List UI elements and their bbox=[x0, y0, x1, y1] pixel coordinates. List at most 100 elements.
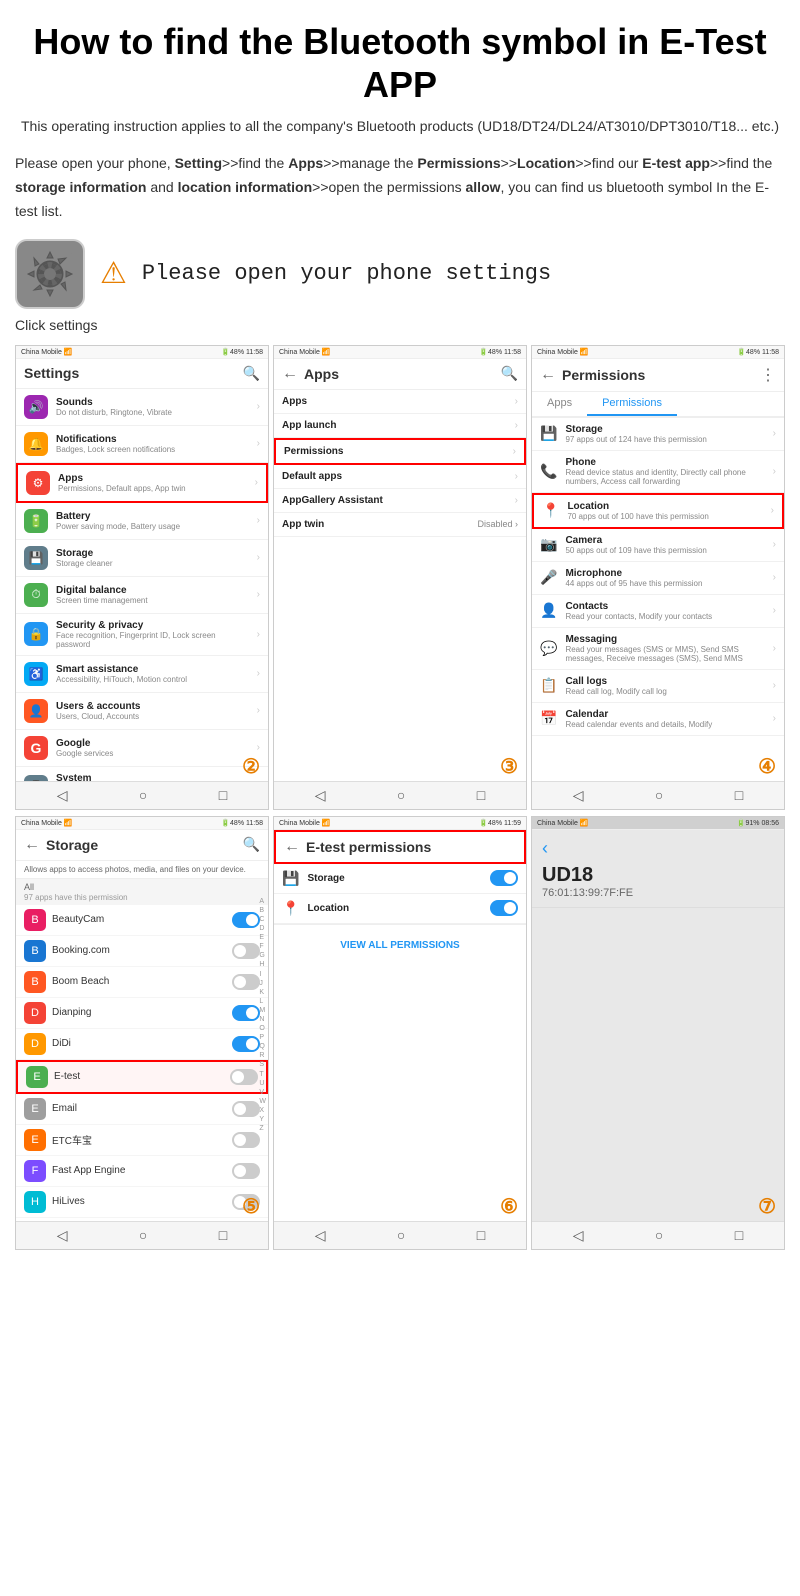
dianping-name: Dianping bbox=[52, 1007, 226, 1018]
etest-storage-toggle[interactable] bbox=[490, 870, 518, 886]
app-row-hilives[interactable]: H HiLives bbox=[16, 1187, 268, 1218]
etest-location-toggle[interactable] bbox=[490, 900, 518, 916]
perm-calllogs-text: Call logs Read call log, Modify call log bbox=[565, 676, 764, 696]
phone-screen-4: China Mobile 📶 🔋48% 11:58 ← Storage 🔍 Al… bbox=[15, 816, 269, 1250]
nav-bar-2: ◁ ○ □ bbox=[274, 781, 526, 809]
settings-digital-balance[interactable]: ⏱ Digital balance Screen time management… bbox=[16, 577, 268, 614]
settings-apps[interactable]: ⚙ Apps Permissions, Default apps, App tw… bbox=[16, 463, 268, 503]
email-toggle[interactable] bbox=[232, 1101, 260, 1117]
view-all-permissions-button[interactable]: VIEW ALL PERMISSIONS bbox=[340, 940, 459, 951]
perm-calendar-text: Calendar Read calendar events and detail… bbox=[565, 709, 764, 729]
nav-recent[interactable]: □ bbox=[735, 787, 743, 803]
apps-permissions-text: Permissions bbox=[284, 446, 505, 457]
app-row-etest[interactable]: E E-test bbox=[16, 1060, 268, 1094]
app-row-etc[interactable]: E ETC车宝 bbox=[16, 1125, 268, 1156]
apps-gallery[interactable]: AppGallery Assistant › bbox=[274, 489, 526, 513]
tab-permissions[interactable]: Permissions bbox=[587, 392, 677, 416]
nav-home[interactable]: ○ bbox=[655, 787, 663, 803]
app-row-email[interactable]: E Email bbox=[16, 1094, 268, 1125]
back-arrow-4[interactable]: ← bbox=[24, 836, 40, 854]
perm-calllogs-icon: 📋 bbox=[540, 677, 557, 694]
nav-back[interactable]: ◁ bbox=[315, 1227, 326, 1244]
perm-location[interactable]: 📍 Location 70 apps out of 100 have this … bbox=[532, 493, 784, 529]
smart-assist-icon: ♿ bbox=[24, 662, 48, 686]
nav-recent[interactable]: □ bbox=[477, 1227, 485, 1243]
perm-camera[interactable]: 📷 Camera 50 apps out of 109 have this pe… bbox=[532, 529, 784, 562]
perm-phone[interactable]: 📞 Phone Read device status and identity,… bbox=[532, 451, 784, 493]
apps-apps[interactable]: Apps › bbox=[274, 390, 526, 414]
nav-back[interactable]: ◁ bbox=[573, 787, 584, 804]
apps-gallery-text: AppGallery Assistant bbox=[282, 495, 507, 506]
nav-recent[interactable]: □ bbox=[219, 787, 227, 803]
back-arrow-3[interactable]: ← bbox=[540, 366, 556, 384]
settings-sounds[interactable]: 🔊 Sounds Do not disturb, Ringtone, Vibra… bbox=[16, 389, 268, 426]
nav-back[interactable]: ◁ bbox=[573, 1227, 584, 1244]
back-arrow-2[interactable]: ← bbox=[282, 365, 298, 383]
nav-home[interactable]: ○ bbox=[655, 1227, 663, 1243]
tab-apps[interactable]: Apps bbox=[532, 392, 587, 416]
settings-notifications[interactable]: 🔔 Notifications Badges, Lock screen noti… bbox=[16, 426, 268, 463]
more-icon-3[interactable]: ⋮ bbox=[760, 365, 776, 385]
storage-text: Storage Storage cleaner bbox=[56, 548, 249, 568]
app-row-dianping[interactable]: D Dianping bbox=[16, 998, 268, 1029]
nav-home[interactable]: ○ bbox=[139, 787, 147, 803]
apps-app-launch[interactable]: App launch › bbox=[274, 414, 526, 438]
chevron-icon: › bbox=[255, 477, 258, 488]
didi-toggle[interactable] bbox=[232, 1036, 260, 1052]
etc-name: ETC车宝 bbox=[52, 1132, 226, 1147]
nav-back[interactable]: ◁ bbox=[57, 787, 68, 804]
perm-location-text: Location 70 apps out of 100 have this pe… bbox=[567, 501, 762, 521]
settings-security[interactable]: 🔒 Security & privacy Face recognition, F… bbox=[16, 614, 268, 656]
etest-icon: E bbox=[26, 1066, 48, 1088]
nav-home[interactable]: ○ bbox=[139, 1227, 147, 1243]
nav-recent[interactable]: □ bbox=[477, 787, 485, 803]
nav-back[interactable]: ◁ bbox=[315, 787, 326, 804]
app-row-beautycam[interactable]: B BeautyCam bbox=[16, 905, 268, 936]
settings-storage[interactable]: 💾 Storage Storage cleaner › bbox=[16, 540, 268, 577]
perm-messaging[interactable]: 💬 Messaging Read your messages (SMS or M… bbox=[532, 628, 784, 670]
nav-home[interactable]: ○ bbox=[397, 787, 405, 803]
apps-permissions[interactable]: Permissions › bbox=[274, 438, 526, 465]
app-row-booking[interactable]: B Booking.com bbox=[16, 936, 268, 967]
beautycam-toggle[interactable] bbox=[232, 912, 260, 928]
status-bar-2: China Mobile 📶 🔋48% 11:58 bbox=[274, 346, 526, 359]
etest-toggle[interactable] bbox=[230, 1069, 258, 1085]
app-row-boombeach[interactable]: B Boom Beach bbox=[16, 967, 268, 998]
apps-twin[interactable]: App twin Disabled › bbox=[274, 513, 526, 537]
app-row-fastapp[interactable]: F Fast App Engine bbox=[16, 1156, 268, 1187]
boombeach-toggle[interactable] bbox=[232, 974, 260, 990]
step1-header: ⚠ Please open your phone settings bbox=[15, 239, 785, 309]
step-badge-3: ③ bbox=[500, 754, 518, 779]
ud18-back-button[interactable]: ‹ bbox=[542, 838, 548, 858]
nav-home[interactable]: ○ bbox=[397, 1227, 405, 1243]
perm-contacts[interactable]: 👤 Contacts Read your contacts, Modify yo… bbox=[532, 595, 784, 628]
search-icon-2[interactable]: 🔍 bbox=[501, 365, 518, 382]
app-row-didi[interactable]: D DiDi bbox=[16, 1029, 268, 1060]
time-6: 🔋91% 08:56 bbox=[737, 819, 779, 827]
instruction-paragraph: Please open your phone, Setting>>find th… bbox=[15, 152, 785, 223]
search-icon-4[interactable]: 🔍 bbox=[243, 836, 260, 853]
etest-perm-storage[interactable]: 💾 Storage bbox=[274, 864, 526, 894]
settings-users[interactable]: 👤 Users & accounts Users, Cloud, Account… bbox=[16, 693, 268, 730]
settings-battery[interactable]: 🔋 Battery Power saving mode, Battery usa… bbox=[16, 503, 268, 540]
etc-toggle[interactable] bbox=[232, 1132, 260, 1148]
nav-recent[interactable]: □ bbox=[219, 1227, 227, 1243]
perm-calendar[interactable]: 📅 Calendar Read calendar events and deta… bbox=[532, 703, 784, 736]
perm-microphone[interactable]: 🎤 Microphone 44 apps out of 95 have this… bbox=[532, 562, 784, 595]
sounds-text: Sounds Do not disturb, Ringtone, Vibrate bbox=[56, 397, 249, 417]
perm-storage[interactable]: 💾 Storage 97 apps out of 124 have this p… bbox=[532, 418, 784, 451]
booking-toggle[interactable] bbox=[232, 943, 260, 959]
apps-default[interactable]: Default apps › bbox=[274, 465, 526, 489]
back-arrow-5[interactable]: ← bbox=[284, 838, 300, 856]
dianping-toggle[interactable] bbox=[232, 1005, 260, 1021]
search-icon-1[interactable]: 🔍 bbox=[243, 365, 260, 382]
warning-triangle-icon: ⚠ bbox=[100, 256, 127, 291]
smart-assist-text: Smart assistance Accessibility, HiTouch,… bbox=[56, 664, 249, 684]
fastapp-toggle[interactable] bbox=[232, 1163, 260, 1179]
settings-smart-assist[interactable]: ♿ Smart assistance Accessibility, HiTouc… bbox=[16, 656, 268, 693]
perm-calllogs[interactable]: 📋 Call logs Read call log, Modify call l… bbox=[532, 670, 784, 703]
nav-recent[interactable]: □ bbox=[735, 1227, 743, 1243]
settings-google[interactable]: G Google Google services › bbox=[16, 730, 268, 767]
etest-perm-location[interactable]: 📍 Location bbox=[274, 894, 526, 924]
nav-back[interactable]: ◁ bbox=[57, 1227, 68, 1244]
